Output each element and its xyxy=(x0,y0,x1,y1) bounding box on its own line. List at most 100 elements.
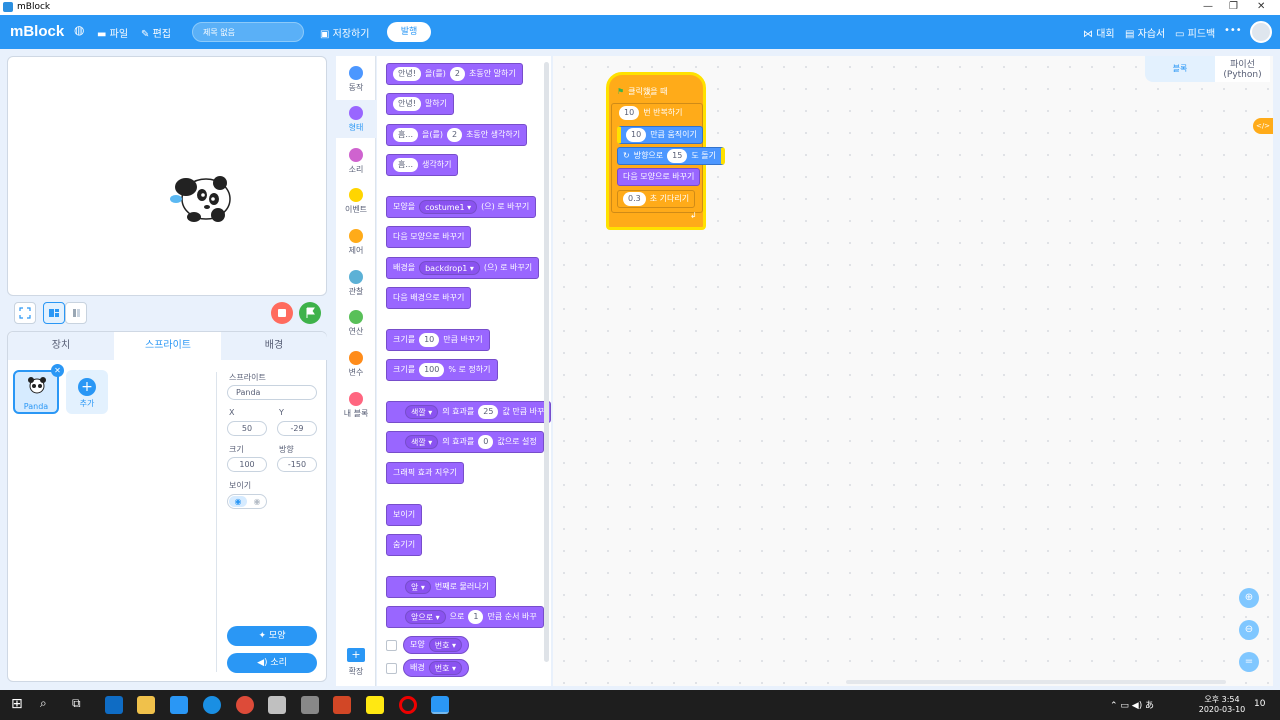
block-input[interactable]: 15 xyxy=(667,149,688,163)
block-go-back-layers[interactable]: 앞 ▾ 번째로 물러나기 xyxy=(386,576,496,598)
mblock-taskbar-icon[interactable] xyxy=(431,696,449,714)
category-control[interactable]: 제어 xyxy=(336,229,376,256)
block-dropdown[interactable]: 앞 ▾ xyxy=(405,580,431,594)
category-events[interactable]: 이벤트 xyxy=(336,188,376,215)
system-tray-icons[interactable]: ⌃ ▭ ◀) あ xyxy=(1110,698,1154,711)
edge-icon[interactable] xyxy=(105,696,123,714)
block-set-effect[interactable]: 색깔 ▾ 의 효과를 0 값으로 설정 xyxy=(386,431,544,453)
block-change-effect[interactable]: 색깔 ▾ 의 효과를 25 값 만큼 바꾸 xyxy=(386,401,551,423)
block-dropdown[interactable]: 색깔 ▾ xyxy=(405,405,439,419)
tab-blocks[interactable]: 블록 xyxy=(1145,56,1215,82)
zoom-out-icon[interactable]: ⊖ xyxy=(1239,620,1259,640)
block-say-for-secs[interactable]: 안녕! 을(를) 2 초동안 말하기 xyxy=(386,63,523,85)
block-dropdown[interactable]: 앞으로 ▾ xyxy=(405,610,446,624)
zoom-in-icon[interactable]: ⊕ xyxy=(1239,588,1259,608)
restore-icon[interactable]: ❐ xyxy=(1229,1,1238,12)
reporter-checkbox[interactable] xyxy=(386,663,397,674)
block-show[interactable]: 보이기 xyxy=(386,504,423,526)
category-looks[interactable]: 형태 xyxy=(336,100,376,138)
block-input[interactable]: 2 xyxy=(449,67,465,81)
block-input[interactable]: 0 xyxy=(478,435,494,449)
block-input[interactable]: 안녕! xyxy=(393,67,421,81)
large-stage-button[interactable] xyxy=(43,302,65,324)
store-icon[interactable] xyxy=(170,696,188,714)
project-title-input[interactable]: 제목 없음 xyxy=(192,22,304,42)
fullscreen-button[interactable] xyxy=(14,302,36,324)
block-dropdown[interactable]: 번호 ▾ xyxy=(428,638,463,652)
block-next-costume-script[interactable]: 다음 모양으로 바꾸기 xyxy=(617,168,701,186)
clock[interactable]: 오후 3:54 2020-03-10 xyxy=(1197,694,1247,714)
block-input[interactable]: 0.3 xyxy=(623,192,646,206)
block-wait[interactable]: 0.3 초 기다리기 xyxy=(617,190,696,208)
search-icon[interactable]: ⌕ xyxy=(40,696,58,714)
tab-sprites[interactable]: 스프라이트 xyxy=(115,332,221,360)
recorder-icon[interactable] xyxy=(399,696,417,714)
palette-scrollbar[interactable] xyxy=(544,62,549,662)
hat-when-flag-clicked[interactable]: ⚑ 클릭했을 때 xyxy=(612,83,673,101)
block-input[interactable]: 10 xyxy=(419,333,440,347)
task-view-icon[interactable]: ⧉ xyxy=(72,696,90,714)
category-my-blocks[interactable]: 내 블록 xyxy=(336,392,376,419)
stop-button[interactable] xyxy=(271,302,293,324)
reporter-checkbox[interactable] xyxy=(386,640,397,651)
connect-button[interactable]: ⋈ 대회 xyxy=(1083,25,1115,40)
block-input[interactable]: 25 xyxy=(478,405,499,419)
block-dropdown[interactable]: 번호 ▾ xyxy=(428,661,463,675)
notification-icon[interactable]: 10 xyxy=(1254,699,1265,709)
block-set-size[interactable]: 크기를 100% 로 정하기 xyxy=(386,359,498,381)
block-hide[interactable]: 숨기기 xyxy=(386,534,423,556)
tab-devices[interactable]: 장치 xyxy=(8,332,114,360)
block-input[interactable]: 10 xyxy=(619,106,640,120)
block-next-backdrop[interactable]: 다음 배경으로 바꾸기 xyxy=(386,287,472,309)
save-button[interactable]: ▣ 저장하기 xyxy=(320,25,369,40)
category-sensing[interactable]: 관찰 xyxy=(336,270,376,297)
sprite-name-field[interactable]: Panda xyxy=(227,385,317,400)
block-next-costume[interactable]: 다음 모양으로 바꾸기 xyxy=(386,226,472,248)
block-dropdown[interactable]: costume1 ▾ xyxy=(419,200,478,214)
kakaotalk-icon[interactable] xyxy=(366,696,384,714)
chrome-icon[interactable] xyxy=(236,696,254,714)
block-input[interactable]: 1 xyxy=(468,610,484,624)
reporter-backdrop-number[interactable]: 배경 번호 ▾ xyxy=(403,659,470,677)
x-field[interactable]: 50 xyxy=(227,421,267,436)
app-icon[interactable] xyxy=(301,696,319,714)
sprite-thumbnail[interactable]: Panda xyxy=(13,370,59,414)
close-icon[interactable]: ✕ xyxy=(1257,1,1265,12)
add-sprite-button[interactable]: + 추가 xyxy=(66,370,108,414)
y-field[interactable]: -29 xyxy=(277,421,317,436)
edit-menu[interactable]: ✎ 편집 xyxy=(141,25,171,40)
block-input[interactable]: 10 xyxy=(626,128,647,142)
direction-field[interactable]: -150 xyxy=(277,457,317,472)
block-say[interactable]: 안녕! 말하기 xyxy=(386,93,455,115)
sounds-button[interactable]: ◀) 소리 xyxy=(227,653,317,673)
reporter-costume-number[interactable]: 모양 번호 ▾ xyxy=(403,636,470,654)
app-icon[interactable] xyxy=(268,696,286,714)
block-switch-backdrop[interactable]: 배경을 backdrop1 ▾ (으) 로 바꾸기 xyxy=(386,257,540,279)
category-sound[interactable]: 소리 xyxy=(336,148,376,175)
small-stage-button[interactable] xyxy=(65,302,87,324)
size-field[interactable]: 100 xyxy=(227,457,267,472)
block-input[interactable]: 흠... xyxy=(393,158,418,172)
more-menu-icon[interactable]: ••• xyxy=(1224,25,1242,36)
publish-button[interactable]: 발행 xyxy=(387,22,431,42)
block-dropdown[interactable]: backdrop1 ▾ xyxy=(419,261,480,275)
file-menu[interactable]: ▬ 파일 xyxy=(97,25,128,40)
hide-eye-icon[interactable]: ◉ xyxy=(248,496,266,507)
delete-sprite-icon[interactable]: ✕ xyxy=(51,364,64,377)
block-input[interactable]: 안녕! xyxy=(393,97,421,111)
code-icon[interactable]: </> xyxy=(1253,118,1273,134)
block-input[interactable]: 100 xyxy=(419,363,445,377)
minimize-icon[interactable]: — xyxy=(1203,1,1213,12)
file-explorer-icon[interactable] xyxy=(137,696,155,714)
block-clear-effects[interactable]: 그래픽 효과 지우기 xyxy=(386,462,464,484)
block-input[interactable]: 흠... xyxy=(393,128,418,142)
tab-backdrops[interactable]: 배경 xyxy=(221,332,327,360)
internet-explorer-icon[interactable] xyxy=(203,696,221,714)
globe-icon[interactable]: ◍ xyxy=(74,23,84,37)
tab-python[interactable]: 파이선 (Python) xyxy=(1215,56,1270,82)
windows-start-icon[interactable]: ⊞ xyxy=(11,696,29,714)
block-input[interactable]: 2 xyxy=(446,128,463,142)
show-eye-icon[interactable]: ◉ xyxy=(229,496,247,507)
feedback-button[interactable]: ▭ 피드백 xyxy=(1175,25,1215,40)
category-operators[interactable]: 연산 xyxy=(336,310,376,337)
